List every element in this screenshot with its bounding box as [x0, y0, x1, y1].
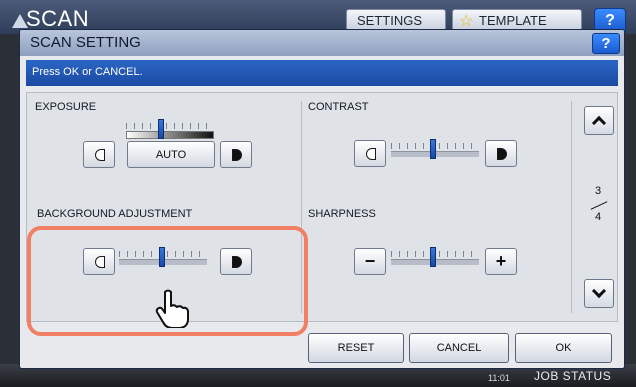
contrast-increase-button[interactable]: [485, 140, 517, 167]
chevron-up-icon: [591, 115, 607, 131]
template-tab-label: TEMPLATE: [479, 12, 547, 28]
exposure-lighter-button[interactable]: [83, 141, 115, 168]
light-icon: [95, 149, 105, 161]
dark-icon: [232, 149, 242, 161]
dark-icon: [232, 256, 242, 268]
settings-tab[interactable]: SETTINGS: [346, 9, 446, 31]
clock: 11:01: [488, 373, 510, 383]
exposure-auto-button[interactable]: AUTO: [127, 141, 215, 168]
sharpness-increase-button[interactable]: +: [485, 248, 517, 275]
chevron-down-icon: [591, 283, 607, 299]
dark-icon: [497, 148, 507, 160]
template-tab[interactable]: ☆ TEMPLATE: [452, 9, 582, 31]
exposure-gradient: [126, 131, 214, 139]
dialog-help-button[interactable]: ?: [592, 33, 620, 54]
dialog-titlebar: SCAN SETTING ?: [20, 30, 624, 56]
exposure-ticks: [126, 123, 214, 129]
cancel-button[interactable]: CANCEL: [409, 333, 509, 363]
background-adjustment-label: BACKGROUND ADJUSTMENT: [37, 208, 193, 220]
ok-button[interactable]: OK: [515, 333, 612, 363]
contrast-label: CONTRAST: [308, 101, 369, 113]
sharpness-slider-knob[interactable]: [430, 247, 436, 267]
pager-divider: [571, 101, 572, 313]
contrast-slider-knob[interactable]: [430, 139, 436, 159]
sharpness-decrease-button[interactable]: −: [354, 248, 386, 275]
page-current: 3: [595, 185, 602, 197]
page-total: 4: [595, 211, 602, 223]
touch-hand-icon: [155, 289, 189, 328]
background-lighter-button[interactable]: [83, 248, 115, 275]
message-bar: Press OK or CANCEL.: [26, 60, 618, 86]
dialog-title: SCAN SETTING: [30, 34, 141, 51]
light-icon: [366, 148, 376, 160]
light-icon: [95, 256, 105, 268]
exposure-slider-knob[interactable]: [158, 119, 164, 139]
contrast-decrease-button[interactable]: [354, 140, 386, 167]
background-darker-button[interactable]: [220, 248, 252, 275]
reset-button[interactable]: RESET: [308, 333, 404, 363]
exposure-darker-button[interactable]: [220, 141, 252, 168]
page-down-button[interactable]: [584, 279, 614, 308]
settings-panel: EXPOSURE AUTO CONTRAST BACKGROUND ADJUST…: [26, 92, 618, 336]
job-status-button[interactable]: JOB STATUS: [534, 369, 611, 383]
page-separator: [590, 201, 608, 210]
page-up-button[interactable]: [584, 106, 614, 135]
background-slider-knob[interactable]: [159, 247, 165, 267]
exposure-label: EXPOSURE: [35, 101, 97, 113]
message-text: Press OK or CANCEL.: [32, 66, 143, 78]
star-icon: ☆: [459, 13, 474, 30]
sharpness-label: SHARPNESS: [308, 208, 376, 220]
scan-setting-dialog: SCAN SETTING ? Press OK or CANCEL. EXPOS…: [19, 29, 625, 369]
settings-tab-label: SETTINGS: [357, 12, 423, 28]
